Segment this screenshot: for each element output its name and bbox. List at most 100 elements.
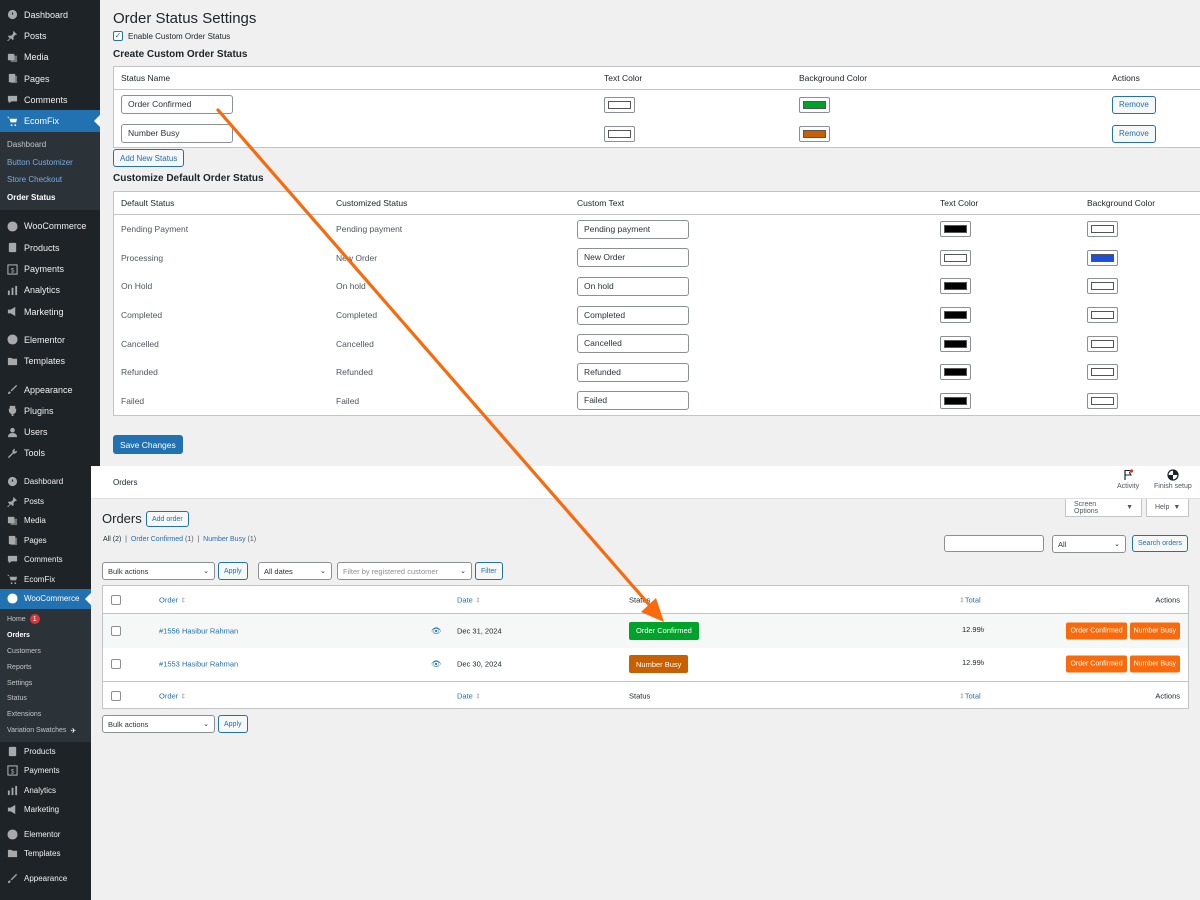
- col-total[interactable]: ⇕Total: [959, 595, 981, 604]
- sidebar-item-ecomfix[interactable]: EcomFix: [0, 110, 100, 132]
- bg-color-picker[interactable]: [1087, 392, 1118, 409]
- search-status-select[interactable]: All ⌄: [1052, 535, 1126, 553]
- sidebar-item-products[interactable]: Products: [0, 237, 100, 258]
- action-number-busy-button[interactable]: Number Busy: [1129, 655, 1180, 673]
- bg-color-picker[interactable]: [1087, 307, 1118, 324]
- submenu-item-settings[interactable]: Settings: [0, 675, 91, 691]
- sidebar-item-plugins[interactable]: Plugins: [0, 400, 100, 421]
- sidebar-item-appearance[interactable]: Appearance: [0, 869, 91, 889]
- submenu-item-dashboard[interactable]: Dashboard: [0, 136, 100, 154]
- remove-button[interactable]: Remove: [1112, 124, 1156, 143]
- filter-button[interactable]: Filter: [475, 562, 503, 580]
- custom-text-input[interactable]: New Order: [577, 248, 689, 268]
- preview-eye-icon[interactable]: 👁: [431, 626, 441, 635]
- order-row[interactable]: #1553 Hasibur Rahman 👁 Dec 30, 2024 Number …: [103, 648, 1188, 682]
- sidebar-item-comments[interactable]: Comments: [0, 89, 100, 110]
- add-order-button[interactable]: Add order: [146, 511, 189, 527]
- sidebar-item-dashboard[interactable]: Dashboard: [0, 4, 100, 25]
- col-date[interactable]: Date ⇕: [457, 595, 481, 604]
- sidebar-item-media[interactable]: Media: [0, 47, 100, 68]
- sidebar-item-templates[interactable]: Templates: [0, 844, 91, 864]
- screen-options-tab[interactable]: Screen Options ▼: [1065, 499, 1142, 517]
- bg-color-picker[interactable]: [799, 125, 830, 142]
- enable-custom-status-row[interactable]: Enable Custom Order Status: [113, 31, 230, 41]
- sidebar-item-analytics[interactable]: Analytics: [0, 280, 100, 301]
- apply-button-top[interactable]: Apply: [218, 562, 248, 580]
- text-color-picker[interactable]: [940, 392, 971, 409]
- apply-button-bottom[interactable]: Apply: [218, 715, 248, 733]
- submenu-item-button-customizer[interactable]: Button Customizer: [0, 153, 100, 171]
- bg-color-picker[interactable]: [799, 96, 830, 113]
- text-color-picker[interactable]: [940, 335, 971, 352]
- filter-all[interactable]: All (2): [103, 536, 121, 543]
- sidebar-item-appearance[interactable]: Appearance: [0, 379, 100, 400]
- text-color-picker[interactable]: [940, 278, 971, 295]
- select-all-checkbox[interactable]: [111, 594, 121, 605]
- submenu-item-status[interactable]: Status: [0, 691, 91, 707]
- sidebar-item-products[interactable]: Products: [0, 742, 91, 762]
- filter-order-confirmed[interactable]: Order Confirmed (1): [131, 536, 194, 543]
- sidebar-item-marketing[interactable]: Marketing: [0, 301, 100, 322]
- custom-text-input[interactable]: On hold: [577, 276, 689, 296]
- search-orders-button[interactable]: Search orders: [1132, 535, 1188, 552]
- select-all-checkbox-footer[interactable]: [111, 690, 121, 701]
- sidebar-item-tools[interactable]: Tools: [0, 443, 100, 464]
- custom-text-input[interactable]: Pending payment: [577, 219, 689, 239]
- sidebar-item-posts[interactable]: Posts: [0, 25, 100, 46]
- submenu-item-order-status[interactable]: Order Status: [0, 188, 100, 206]
- col-total-footer[interactable]: ⇕Total: [959, 691, 981, 700]
- text-color-picker[interactable]: [940, 249, 971, 266]
- sidebar-item-dashboard[interactable]: Dashboard: [0, 472, 91, 492]
- row-checkbox[interactable]: [111, 625, 121, 636]
- order-link[interactable]: #1553 Hasibur Rahman: [159, 660, 238, 669]
- activity-button[interactable]: Activity: [1117, 469, 1139, 490]
- sidebar-item-users[interactable]: Users: [0, 421, 100, 442]
- col-order[interactable]: Order ⇕: [159, 595, 186, 604]
- sidebar-item-marketing[interactable]: Marketing: [0, 800, 91, 820]
- submenu-item-reports[interactable]: Reports: [0, 659, 91, 675]
- action-number-busy-button[interactable]: Number Busy: [1129, 622, 1180, 640]
- bulk-actions-select-top[interactable]: Bulk actions ⌄: [102, 562, 215, 580]
- text-color-picker[interactable]: [940, 364, 971, 381]
- sidebar-item-pages[interactable]: Pages: [0, 68, 100, 89]
- custom-text-input[interactable]: Refunded: [577, 362, 689, 382]
- action-order-confirmed-button[interactable]: Order Confirmed: [1066, 622, 1127, 640]
- text-color-picker[interactable]: [604, 96, 635, 113]
- sidebar-item-media[interactable]: Media: [0, 511, 91, 531]
- sidebar-item-templates[interactable]: Templates: [0, 351, 100, 372]
- sidebar-item-elementor[interactable]: Elementor: [0, 329, 100, 350]
- sidebar-item-pages[interactable]: Pages: [0, 531, 91, 551]
- date-filter-select[interactable]: All dates ⌄: [258, 562, 332, 580]
- enable-custom-status-checkbox[interactable]: [113, 31, 123, 41]
- finish-setup-button[interactable]: Finish setup: [1154, 469, 1192, 490]
- col-date-footer[interactable]: Date ⇕: [457, 691, 481, 700]
- bg-color-picker[interactable]: [1087, 221, 1118, 238]
- custom-text-input[interactable]: Failed: [577, 391, 689, 411]
- sidebar-item-woocommerce[interactable]: WooCommerce: [0, 589, 91, 609]
- bg-color-picker[interactable]: [1087, 335, 1118, 352]
- submenu-item-variation-swatches[interactable]: Variation Swatches ✈: [0, 723, 91, 739]
- text-color-picker[interactable]: [940, 307, 971, 324]
- preview-eye-icon[interactable]: 👁: [431, 660, 441, 669]
- text-color-picker[interactable]: [604, 125, 635, 142]
- filter-number-busy[interactable]: Number Busy (1): [203, 536, 256, 543]
- submenu-item-extensions[interactable]: Extensions: [0, 707, 91, 723]
- save-changes-button[interactable]: Save Changes: [113, 435, 183, 454]
- row-checkbox[interactable]: [111, 659, 121, 670]
- sidebar-item-comments[interactable]: Comments: [0, 550, 91, 570]
- sidebar-item-payments[interactable]: $ Payments: [0, 761, 91, 781]
- status-name-input[interactable]: Number Busy: [121, 124, 233, 143]
- submenu-item-home[interactable]: Home 1: [0, 612, 91, 628]
- bulk-actions-select-bottom[interactable]: Bulk actions ⌄: [102, 715, 215, 733]
- help-tab[interactable]: Help ▼: [1146, 499, 1189, 517]
- order-link[interactable]: #1556 Hasibur Rahman: [159, 626, 238, 635]
- sidebar-item-posts[interactable]: Posts: [0, 492, 91, 512]
- bg-color-picker[interactable]: [1087, 278, 1118, 295]
- order-search-input[interactable]: [944, 535, 1044, 552]
- sidebar-item-elementor[interactable]: Elementor: [0, 825, 91, 845]
- text-color-picker[interactable]: [940, 221, 971, 238]
- bg-color-picker[interactable]: [1087, 249, 1118, 266]
- col-order-footer[interactable]: Order ⇕: [159, 691, 186, 700]
- sidebar-item-analytics[interactable]: Analytics: [0, 781, 91, 801]
- order-row[interactable]: #1556 Hasibur Rahman 👁 Dec 31, 2024 Order C…: [103, 614, 1188, 648]
